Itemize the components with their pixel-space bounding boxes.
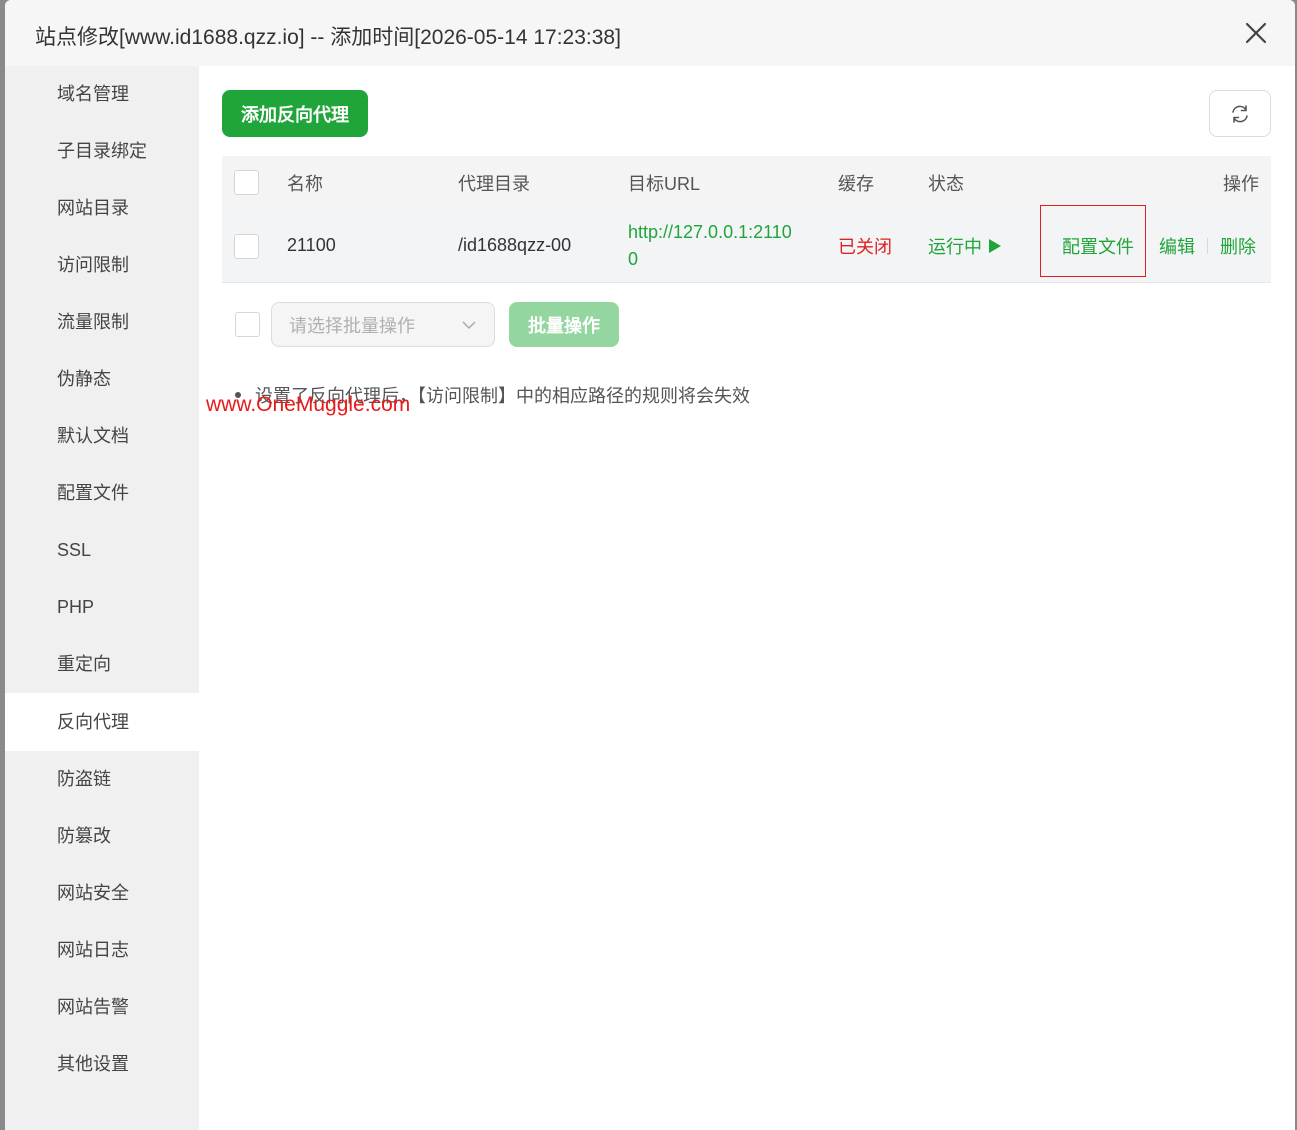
sidebar-item-alerts[interactable]: 网站告警 (5, 979, 199, 1036)
table-row: 21100 /id1688qzz-00 http://127.0.0.1:211… (222, 205, 1271, 283)
sidebar-item-logs[interactable]: 网站日志 (5, 922, 199, 979)
header-proxy-dir: 代理目录 (458, 173, 530, 194)
sidebar-item-access-limit[interactable]: 访问限制 (5, 237, 199, 294)
sidebar-item-security[interactable]: 网站安全 (5, 865, 199, 922)
config-file-link[interactable]: 配置文件 (1062, 233, 1134, 259)
header-cache: 缓存 (838, 173, 874, 194)
header-actions: 操作 (1223, 173, 1259, 194)
sidebar-item-default-doc[interactable]: 默认文档 (5, 408, 199, 465)
batch-action-select[interactable]: 请选择批量操作 (271, 302, 495, 347)
sidebar-item-tamper[interactable]: 防篡改 (5, 808, 199, 865)
watermark-text: www.OneMuggle.com (206, 393, 411, 416)
sidebar-item-redirect[interactable]: 重定向 (5, 636, 199, 693)
main-content: 添加反向代理 名称 代理目录 目标URL 缓存 状态 操作 21100 /id1… (199, 66, 1295, 1130)
row-name: 21100 (287, 235, 336, 255)
proxy-table: 名称 代理目录 目标URL 缓存 状态 操作 21100 /id1688qzz-… (222, 156, 1271, 283)
header-target-url: 目标URL (628, 173, 701, 194)
batch-select-placeholder: 请选择批量操作 (289, 315, 415, 336)
row-cache-status[interactable]: 已关闭 (838, 209, 892, 282)
run-status-label: 运行中 (928, 236, 982, 257)
add-reverse-proxy-button[interactable]: 添加反向代理 (222, 90, 368, 137)
chevron-down-icon (462, 321, 476, 330)
select-all-checkbox[interactable] (234, 170, 259, 195)
header-status: 状态 (928, 173, 964, 194)
sidebar-item-traffic-limit[interactable]: 流量限制 (5, 294, 199, 351)
close-icon[interactable] (1243, 20, 1269, 46)
site-edit-dialog: 站点修改[www.id1688.qzz.io] -- 添加时间[2026-05-… (5, 0, 1295, 1130)
row-target-url-line1: http://127.0.0.1:2110 (628, 221, 792, 242)
sidebar-item-ssl[interactable]: SSL (5, 522, 199, 579)
row-target-url: http://127.0.0.1:2110 0 (628, 209, 792, 282)
sidebar-item-hotlink[interactable]: 防盗链 (5, 751, 199, 808)
row-run-status[interactable]: 运行中 (928, 209, 1002, 282)
action-divider (1207, 237, 1208, 254)
refresh-icon (1232, 104, 1248, 123)
sidebar-item-reverse-proxy[interactable]: 反向代理 (5, 693, 199, 751)
header-name: 名称 (287, 173, 323, 194)
dialog-title: 站点修改[www.id1688.qzz.io] -- 添加时间[2026-05-… (35, 26, 621, 49)
sidebar-item-php[interactable]: PHP (5, 579, 199, 636)
edit-link[interactable]: 编辑 (1159, 233, 1195, 259)
row-target-url-line2: 0 (628, 248, 639, 269)
delete-link[interactable]: 删除 (1220, 233, 1256, 259)
batch-action-button[interactable]: 批量操作 (509, 302, 619, 347)
dialog-titlebar: 站点修改[www.id1688.qzz.io] -- 添加时间[2026-05-… (5, 0, 1295, 66)
sidebar-item-config-file[interactable]: 配置文件 (5, 465, 199, 522)
batch-select-all-checkbox[interactable] (235, 312, 260, 337)
sidebar-item-other[interactable]: 其他设置 (5, 1036, 199, 1093)
row-checkbox[interactable] (234, 234, 259, 259)
sidebar-item-subdir[interactable]: 子目录绑定 (5, 123, 199, 180)
table-header: 名称 代理目录 目标URL 缓存 状态 操作 (222, 156, 1271, 209)
sidebar-item-rewrite[interactable]: 伪静态 (5, 351, 199, 408)
play-icon (989, 238, 1001, 253)
refresh-button[interactable] (1209, 90, 1271, 137)
row-actions: 配置文件 编辑 删除 (1062, 209, 1256, 282)
row-proxy-dir: /id1688qzz-00 (458, 235, 572, 255)
sidebar-item-site-dir[interactable]: 网站目录 (5, 180, 199, 237)
sidebar-nav: 域名管理 子目录绑定 网站目录 访问限制 流量限制 伪静态 默认文档 配置文件 … (5, 66, 199, 1130)
sidebar-item-domain[interactable]: 域名管理 (5, 66, 199, 123)
